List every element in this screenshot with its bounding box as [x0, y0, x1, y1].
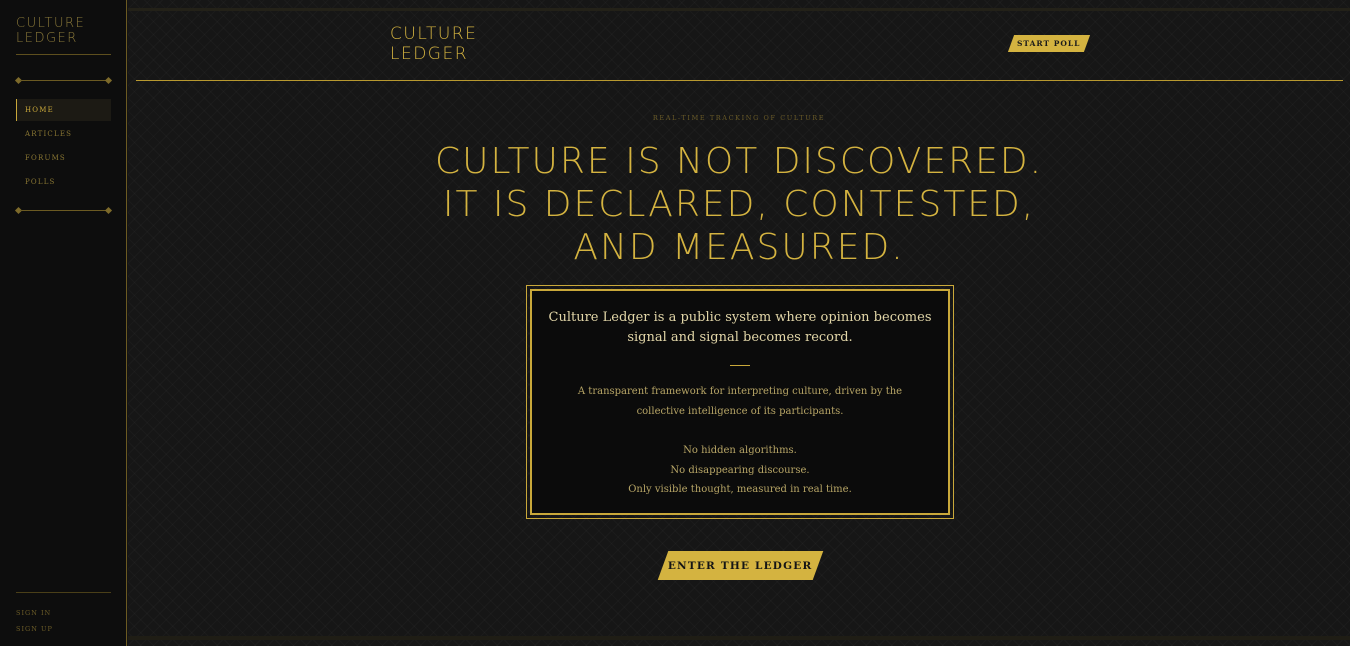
- sidebar-logo-divider: [16, 54, 111, 55]
- header-divider: [136, 80, 1343, 81]
- sidebar-logo-line1: CULTURE: [16, 16, 86, 31]
- enter-ledger-label: ENTER THE LEDGER: [668, 559, 813, 572]
- intro-card-divider: [730, 365, 750, 366]
- sign-in-link[interactable]: SIGN IN: [16, 609, 51, 617]
- sidebar-footer-divider: [16, 592, 111, 593]
- diamond-icon: [104, 76, 113, 85]
- sidebar-item-polls[interactable]: POLLS: [16, 171, 111, 193]
- sidebar-item-forums[interactable]: FORUMS: [16, 147, 111, 169]
- sidebar-item-home[interactable]: HOME: [16, 99, 111, 121]
- headline-line-2: IT IS DECLARED, CONTESTED,: [442, 184, 1036, 225]
- top-border: [128, 8, 1350, 11]
- start-poll-label: START POLL: [1017, 39, 1081, 48]
- intro-card-inner: Culture Ledger is a public system where …: [530, 289, 950, 515]
- point-item: No disappearing discourse.: [670, 464, 810, 476]
- headline-line-1: CULTURE IS NOT DISCOVERED.: [434, 141, 1044, 182]
- point-item: No hidden algorithms.: [683, 445, 797, 456]
- description-line-1: A transparent framework for interpreting…: [577, 386, 903, 397]
- sidebar-item-articles[interactable]: ARTICLES: [16, 123, 111, 145]
- hero-eyebrow: REAL-TIME TRACKING OF CULTURE: [652, 114, 826, 122]
- sidebar-ornament-top: [14, 76, 113, 85]
- headline-line-3: AND MEASURED.: [573, 227, 905, 268]
- sidebar: CULTURE LEDGER HOME ARTICLES FORUMS POLL…: [0, 0, 127, 646]
- sidebar-nav: HOME ARTICLES FORUMS POLLS: [16, 99, 111, 195]
- point-item: Only visible thought, measured in real t…: [628, 484, 852, 495]
- enter-ledger-button[interactable]: ENTER THE LEDGER: [657, 551, 824, 580]
- description-line-2: collective intelligence of its participa…: [636, 406, 844, 417]
- sidebar-logo[interactable]: CULTURE LEDGER: [16, 16, 85, 46]
- intro-card-description: A transparent framework for interpreting…: [532, 382, 948, 422]
- main-content: CULTURE LEDGER START POLL REAL-TIME TRAC…: [128, 0, 1350, 646]
- hero-headline: CULTURE IS NOT DISCOVERED. IT IS DECLARE…: [128, 140, 1350, 269]
- ornament-line: [20, 80, 107, 81]
- sidebar-logo-line2: LEDGER: [16, 31, 78, 46]
- header-logo-line2: LEDGER: [390, 44, 469, 64]
- intro-card-points: No hidden algorithms. No disappearing di…: [532, 441, 948, 500]
- header-logo-line1: CULTURE: [390, 24, 478, 44]
- start-poll-button[interactable]: START POLL: [1007, 35, 1091, 52]
- intro-card-lead: Culture Ledger is a public system where …: [548, 310, 932, 345]
- ornament-line: [20, 210, 107, 211]
- sidebar-ornament-bottom: [14, 206, 113, 215]
- bottom-border: [128, 636, 1350, 640]
- header-logo[interactable]: CULTURE LEDGER: [390, 24, 477, 64]
- intro-card: Culture Ledger is a public system where …: [526, 285, 954, 519]
- sign-up-link[interactable]: SIGN UP: [16, 625, 53, 633]
- diamond-icon: [104, 206, 113, 215]
